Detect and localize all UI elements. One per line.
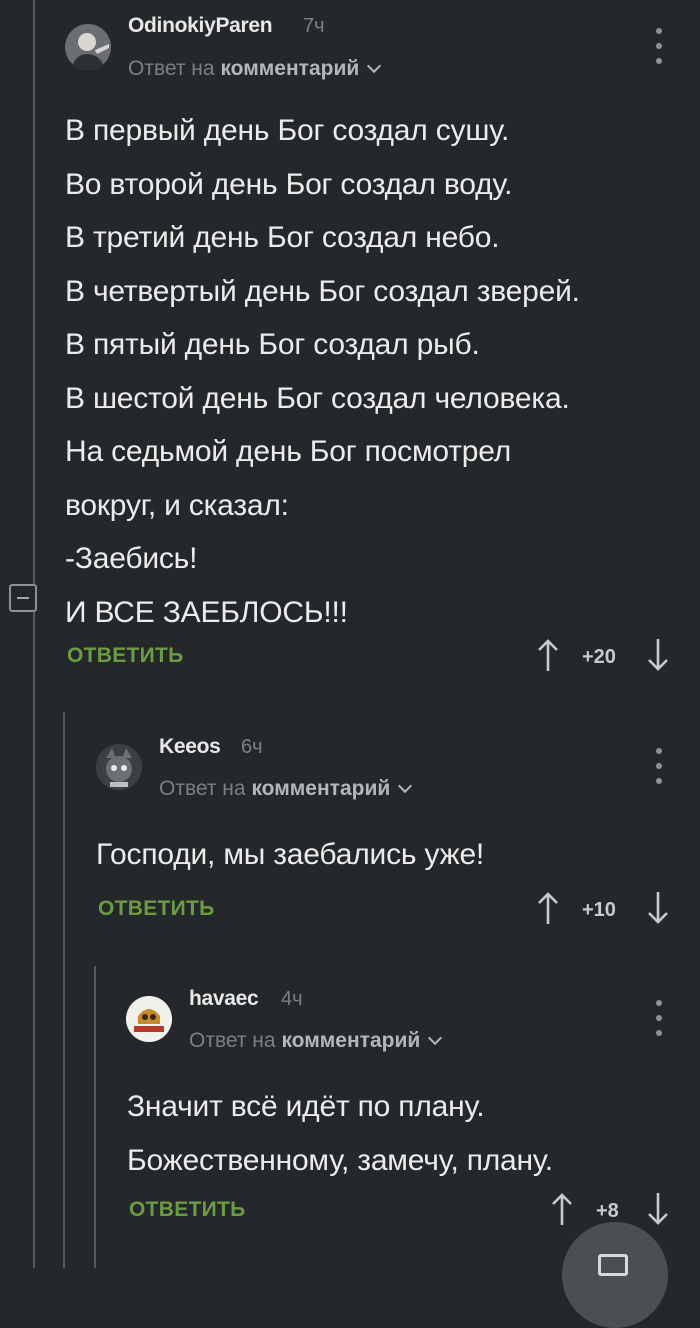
- comment-fab-button[interactable]: [562, 1222, 668, 1328]
- thread-line-level-2: [94, 966, 96, 1268]
- chevron-down-icon: [428, 1030, 443, 1046]
- comment-line: И ВСЕ ЗАЕБЛОСЬ!!!: [65, 595, 348, 629]
- more-vertical-icon[interactable]: [655, 748, 663, 784]
- collapse-thread-button[interactable]: [9, 584, 37, 612]
- comment-fab-icon: [598, 1254, 628, 1276]
- comment-line: В третий день Бог создал небо.: [65, 221, 500, 254]
- reply-to-target: комментарий: [220, 57, 360, 80]
- reply-to-link[interactable]: Ответ на комментарий: [159, 777, 413, 801]
- reply-button[interactable]: ОТВЕТИТЬ: [67, 644, 184, 668]
- upvote-arrow-icon[interactable]: [536, 638, 560, 672]
- comment-line: -Заебись!: [65, 542, 198, 575]
- reply-to-target: комментарий: [281, 1029, 421, 1052]
- chevron-down-icon: [398, 778, 413, 794]
- comment-line: Господи, мы заебались уже!: [96, 838, 485, 871]
- reply-to-link[interactable]: Ответ на комментарий: [128, 57, 382, 81]
- comment-line: На седьмой день Бог посмотрел: [65, 435, 512, 468]
- more-vertical-icon[interactable]: [655, 1000, 663, 1036]
- chevron-down-icon: [367, 58, 382, 74]
- comment-body: В первый день Бог создал сушу. Во второй…: [65, 104, 580, 639]
- thread-line-level-1: [63, 712, 65, 1268]
- comment-line: вокруг, и сказал:: [65, 488, 289, 522]
- vote-score: +8: [596, 1200, 619, 1222]
- vote-score: +20: [582, 646, 616, 668]
- comment-body: Господи, мы заебались уже!: [96, 828, 484, 882]
- comment-time: 6ч: [241, 736, 263, 758]
- comment-line: Во второй день Бог создал воду.: [65, 167, 513, 201]
- comment-time: 4ч: [281, 988, 303, 1010]
- reply-to-prefix: Ответ на: [189, 1029, 276, 1052]
- comment-line: В шестой день Бог создал человека.: [65, 381, 570, 415]
- upvote-arrow-icon[interactable]: [536, 891, 560, 925]
- thread-line-level-0: [33, 0, 35, 584]
- avatar[interactable]: [126, 996, 172, 1042]
- reply-button[interactable]: ОТВЕТИТЬ: [98, 897, 215, 921]
- author-name[interactable]: havaec: [189, 987, 259, 1011]
- thread-line-level-0-lower: [33, 612, 35, 1268]
- comment-line: В четвертый день Бог создал зверей.: [65, 274, 580, 308]
- reply-button[interactable]: ОТВЕТИТЬ: [129, 1198, 246, 1222]
- comment-line: В первый день Бог создал сушу.: [65, 114, 510, 147]
- comment-line: В пятый день Бог создал рыб.: [65, 328, 480, 361]
- avatar[interactable]: [96, 744, 142, 790]
- comment-line: Значит всё идёт по плану.: [127, 1090, 485, 1123]
- author-name[interactable]: Keeos: [159, 735, 221, 759]
- downvote-arrow-icon[interactable]: [646, 1192, 670, 1226]
- more-vertical-icon[interactable]: [655, 28, 663, 64]
- reply-to-prefix: Ответ на: [128, 57, 215, 80]
- reply-to-target: комментарий: [251, 777, 391, 800]
- comment-line: Божественному, замечу, плану.: [127, 1143, 553, 1177]
- upvote-arrow-icon[interactable]: [550, 1192, 574, 1226]
- downvote-arrow-icon[interactable]: [646, 891, 670, 925]
- comment-body: Значит всё идёт по плану. Божественному,…: [127, 1080, 553, 1187]
- avatar[interactable]: [65, 24, 111, 70]
- author-name[interactable]: OdinokiyParen: [128, 14, 273, 38]
- vote-score: +10: [582, 899, 616, 921]
- downvote-arrow-icon[interactable]: [646, 638, 670, 672]
- comment-time: 7ч: [303, 15, 325, 37]
- reply-to-link[interactable]: Ответ на комментарий: [189, 1029, 443, 1053]
- reply-to-prefix: Ответ на: [159, 777, 246, 800]
